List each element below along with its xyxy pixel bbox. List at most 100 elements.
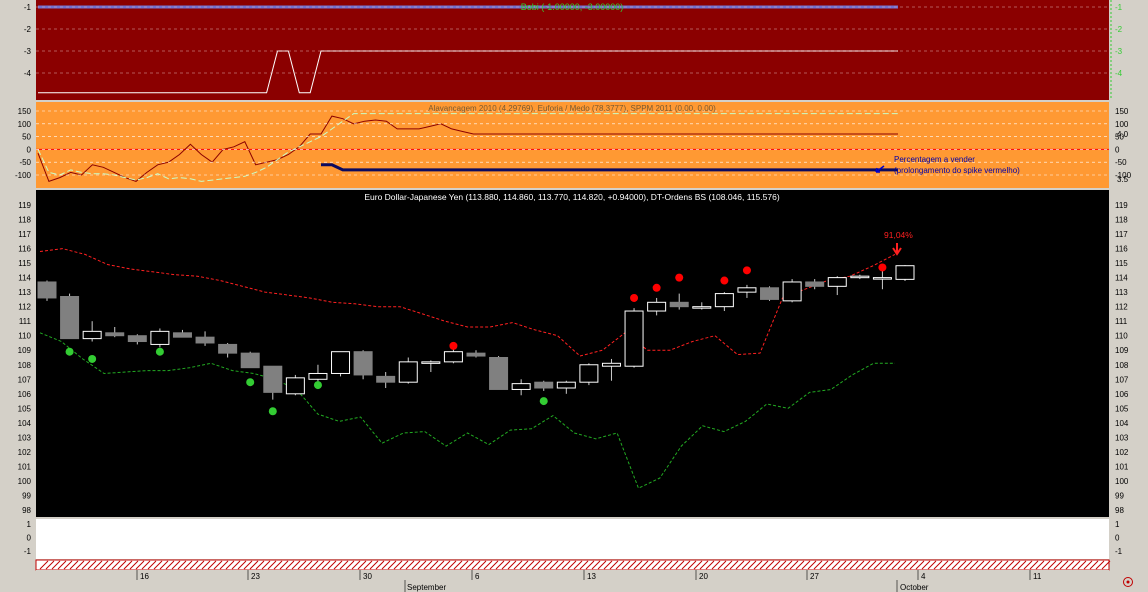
price-tick-label-left: 115 — [18, 259, 31, 268]
price-tick-label-left: 100 — [18, 477, 32, 486]
buy-signal-dot — [246, 378, 255, 387]
buy-signal-dot — [268, 407, 277, 416]
bobi-title: Bobi (-1.00000, -3.00000) — [521, 2, 624, 12]
buy-signal-dot — [155, 347, 164, 356]
sell-signal-dot — [675, 273, 684, 282]
y-tick-label-right: -3 — [1115, 47, 1123, 56]
x-day-label: 23 — [251, 572, 260, 581]
y-tick-label-left: 1 — [27, 520, 32, 529]
candle-body — [805, 281, 825, 287]
candle-body — [782, 281, 802, 302]
price-tick-label-right: 114 — [1115, 274, 1128, 283]
price-tick-label-left: 111 — [19, 317, 32, 326]
percent-label: 91,04% — [884, 230, 913, 240]
price-tick-label-right: 109 — [1115, 346, 1129, 355]
y-tick-label-left: -50 — [19, 158, 31, 167]
candle-body — [579, 364, 599, 383]
candle-body — [421, 361, 441, 364]
candle-body — [647, 301, 667, 312]
price-panel — [36, 190, 1109, 517]
candle-body — [511, 383, 531, 390]
price-tick-label-right: 106 — [1115, 390, 1129, 399]
price-tick-label-left: 99 — [22, 491, 31, 500]
price-tick-label-right: 104 — [1115, 419, 1129, 428]
candle-body — [692, 306, 712, 309]
candle-body — [127, 335, 147, 343]
y-tick-label-left: -3 — [24, 47, 32, 56]
price-tick-label-left: 114 — [18, 274, 31, 283]
candle-body — [331, 351, 351, 374]
price-title: Euro Dollar-Japanese Yen (113.880, 114.8… — [364, 192, 779, 202]
price-tick-label-left: 110 — [18, 332, 31, 341]
candle-body — [240, 352, 260, 369]
price-tick-label-right: 113 — [1115, 288, 1128, 297]
y-tick-label-right: 0 — [1115, 534, 1120, 543]
price-tick-label-right: 98 — [1115, 506, 1124, 515]
x-day-label: 11 — [1033, 572, 1042, 581]
candle-body — [37, 281, 57, 299]
candle-body — [60, 296, 80, 340]
y-tick-label-right: 100 — [1115, 120, 1129, 129]
x-day-label: 13 — [587, 572, 596, 581]
candle-body — [82, 330, 102, 340]
price-tick-label-left: 112 — [18, 303, 31, 312]
x-axis-band — [36, 570, 1109, 592]
price-tick-label-left: 119 — [18, 201, 31, 210]
chart-window: -1 -1-2 -2-3 -3-4 -4150 150100 10050 500 0-50 -50… — [15, 0, 1133, 592]
alavancagem-title: Alavancagem 2010 (4.29769), Euforia / Me… — [428, 104, 716, 113]
candle-body — [737, 287, 757, 293]
candle-body — [172, 332, 192, 338]
price-tick-label-right: 111 — [1115, 317, 1128, 326]
x-day-label: 4 — [921, 572, 926, 581]
candle-body — [827, 277, 847, 287]
month-label-september: September — [407, 583, 446, 592]
y-tick-label-left: 0 — [27, 145, 32, 154]
price-tick-label-left: 109 — [18, 346, 32, 355]
y-tick-label-left: 50 — [22, 133, 31, 142]
y-tick-label-left: -1 — [24, 3, 32, 12]
candle-body — [353, 351, 373, 376]
candle-body — [466, 352, 486, 357]
price-tick-label-left: 108 — [18, 361, 32, 370]
x-day-label: 27 — [810, 572, 819, 581]
sell-signal-dot — [630, 293, 639, 302]
bobi-panel — [36, 0, 1109, 100]
buy-signal-dot — [539, 397, 548, 406]
candle-body — [376, 375, 396, 383]
buy-signal-dot — [313, 381, 322, 390]
month-label-october: October — [900, 583, 929, 592]
price-tick-label-right: 112 — [1115, 303, 1128, 312]
y-tick-label-right: -2 — [1115, 25, 1123, 34]
y-tick-label-left: -100 — [15, 171, 32, 180]
price-tick-label-right: 117 — [1115, 230, 1128, 239]
buy-signal-dot — [88, 354, 97, 363]
sell-signal-dot — [878, 263, 887, 272]
price-tick-label-right: 103 — [1115, 433, 1129, 442]
sell-signal-dot — [742, 266, 751, 275]
candle-body — [489, 357, 509, 390]
candle-body — [534, 381, 554, 389]
price-tick-label-right: 99 — [1115, 491, 1124, 500]
sell-annotation-line2: (prolongamento do spike vermelho) — [894, 166, 1020, 175]
y-tick-label-left: 0 — [27, 534, 32, 543]
price-tick-label-left: 105 — [18, 404, 32, 413]
candle-body — [398, 361, 418, 383]
price-tick-label-left: 102 — [18, 448, 32, 457]
y-tick-label-right: 1 — [1115, 520, 1120, 529]
y-tick-label-right: -1 — [1115, 547, 1123, 556]
candle-body — [263, 365, 283, 393]
price-tick-label-right: 107 — [1115, 375, 1129, 384]
alavancagem-right-tick: 4.0 — [1117, 130, 1129, 139]
candle-body — [556, 381, 576, 389]
settings-icon[interactable] — [1123, 577, 1133, 587]
candle-body — [150, 330, 170, 345]
candle-body — [195, 336, 215, 344]
candle-body — [760, 287, 780, 300]
price-tick-label-left: 118 — [18, 216, 31, 225]
price-tick-label-left: 107 — [18, 375, 32, 384]
price-tick-label-right: 105 — [1115, 404, 1129, 413]
y-tick-label-right: -4 — [1115, 69, 1123, 78]
price-tick-label-right: 102 — [1115, 448, 1129, 457]
x-day-label: 20 — [699, 572, 708, 581]
price-tick-label-left: 101 — [18, 462, 32, 471]
